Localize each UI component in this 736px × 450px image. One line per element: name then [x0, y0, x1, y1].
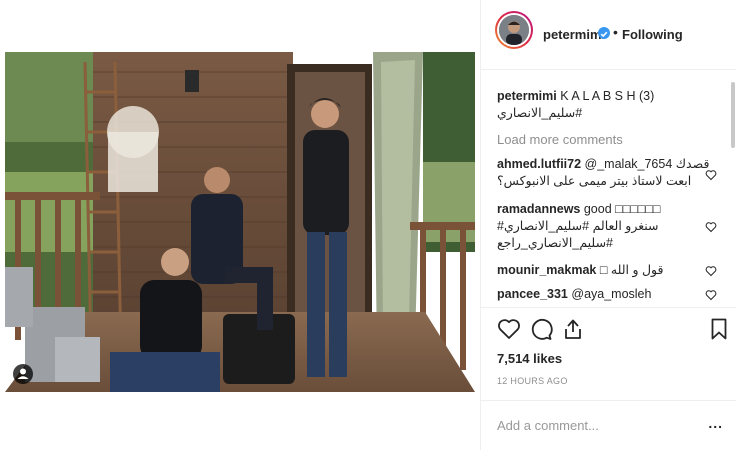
post-caption: petermimi K A L A B S H (3) #سليم_الانصا… — [497, 88, 697, 122]
comment-like-heart-icon[interactable] — [705, 264, 717, 277]
comment-like-heart-icon[interactable] — [705, 220, 717, 233]
share-icon[interactable] — [561, 317, 585, 341]
comment-text: #سليم_الانصاري_راجع — [497, 236, 613, 250]
caption-text: K A L A B S H (3) — [560, 89, 655, 103]
header-separator: • — [613, 24, 618, 40]
header-username[interactable]: petermimi — [543, 27, 605, 42]
comment-text: good □□□□□□ — [583, 202, 661, 216]
post-header: petermimi • Following — [481, 0, 736, 70]
following-button[interactable]: Following — [622, 27, 683, 42]
comment-icon[interactable] — [529, 317, 553, 341]
comment-like-heart-icon[interactable] — [705, 288, 717, 301]
verified-badge-icon — [598, 27, 610, 39]
instagram-post: petermimi • Following petermimi K A L A … — [0, 0, 736, 450]
post-sidebar: petermimi • Following petermimi K A L A … — [480, 0, 736, 450]
post-actions — [481, 307, 736, 347]
avatar[interactable] — [495, 11, 533, 49]
add-comment-input[interactable] — [497, 415, 697, 435]
photo-illustration — [5, 52, 475, 392]
comment-item: mounir_makmak قول و الله □ — [497, 262, 712, 279]
comment-text: قول و الله □ — [599, 263, 664, 277]
comment-item: pancee_331 @aya_mosleh — [497, 286, 712, 303]
caption-hashtag[interactable]: #سليم_الانصاري — [497, 105, 697, 122]
caption-username[interactable]: petermimi — [497, 89, 557, 103]
user-tag-icon[interactable] — [13, 364, 33, 384]
comment-text: ابعت لاستاذ بيتر ميمى على الانبوكس؟ — [497, 174, 692, 188]
avatar-image — [499, 15, 529, 45]
likes-count[interactable]: 7,514 likes — [497, 351, 562, 366]
comment-username[interactable]: mounir_makmak — [497, 263, 596, 277]
comment-text: @_malak_7654 قصدك — [584, 157, 710, 171]
comment-text: سنغرو العالم #سليم_الانصاري# — [497, 219, 659, 233]
comment-username[interactable]: ramadannews — [497, 202, 580, 216]
comment-username[interactable]: ahmed.lutfii72 — [497, 157, 581, 171]
load-more-comments[interactable]: Load more comments — [497, 132, 623, 147]
comments-scrollbar[interactable] — [731, 82, 735, 148]
post-photo[interactable] — [5, 52, 475, 392]
comments-list[interactable]: petermimi K A L A B S H (3) #سليم_الانصا… — [481, 80, 736, 307]
post-media — [0, 0, 480, 450]
post-timestamp[interactable]: 12 HOURS AGO — [497, 376, 568, 386]
bookmark-icon[interactable] — [707, 317, 731, 341]
add-comment-bar: ... — [481, 400, 736, 450]
comment-like-heart-icon[interactable] — [705, 168, 717, 181]
comment-username[interactable]: pancee_331 — [497, 287, 568, 301]
comment-item: ahmed.lutfii72 @_malak_7654 قصدك ابعت لا… — [497, 156, 712, 190]
comment-text: @aya_mosleh — [571, 287, 652, 301]
comment-item: ramadannews good □□□□□□ سنغرو العالم #سل… — [497, 201, 712, 252]
heart-icon[interactable] — [497, 317, 521, 341]
more-options-icon[interactable]: ... — [708, 415, 723, 431]
